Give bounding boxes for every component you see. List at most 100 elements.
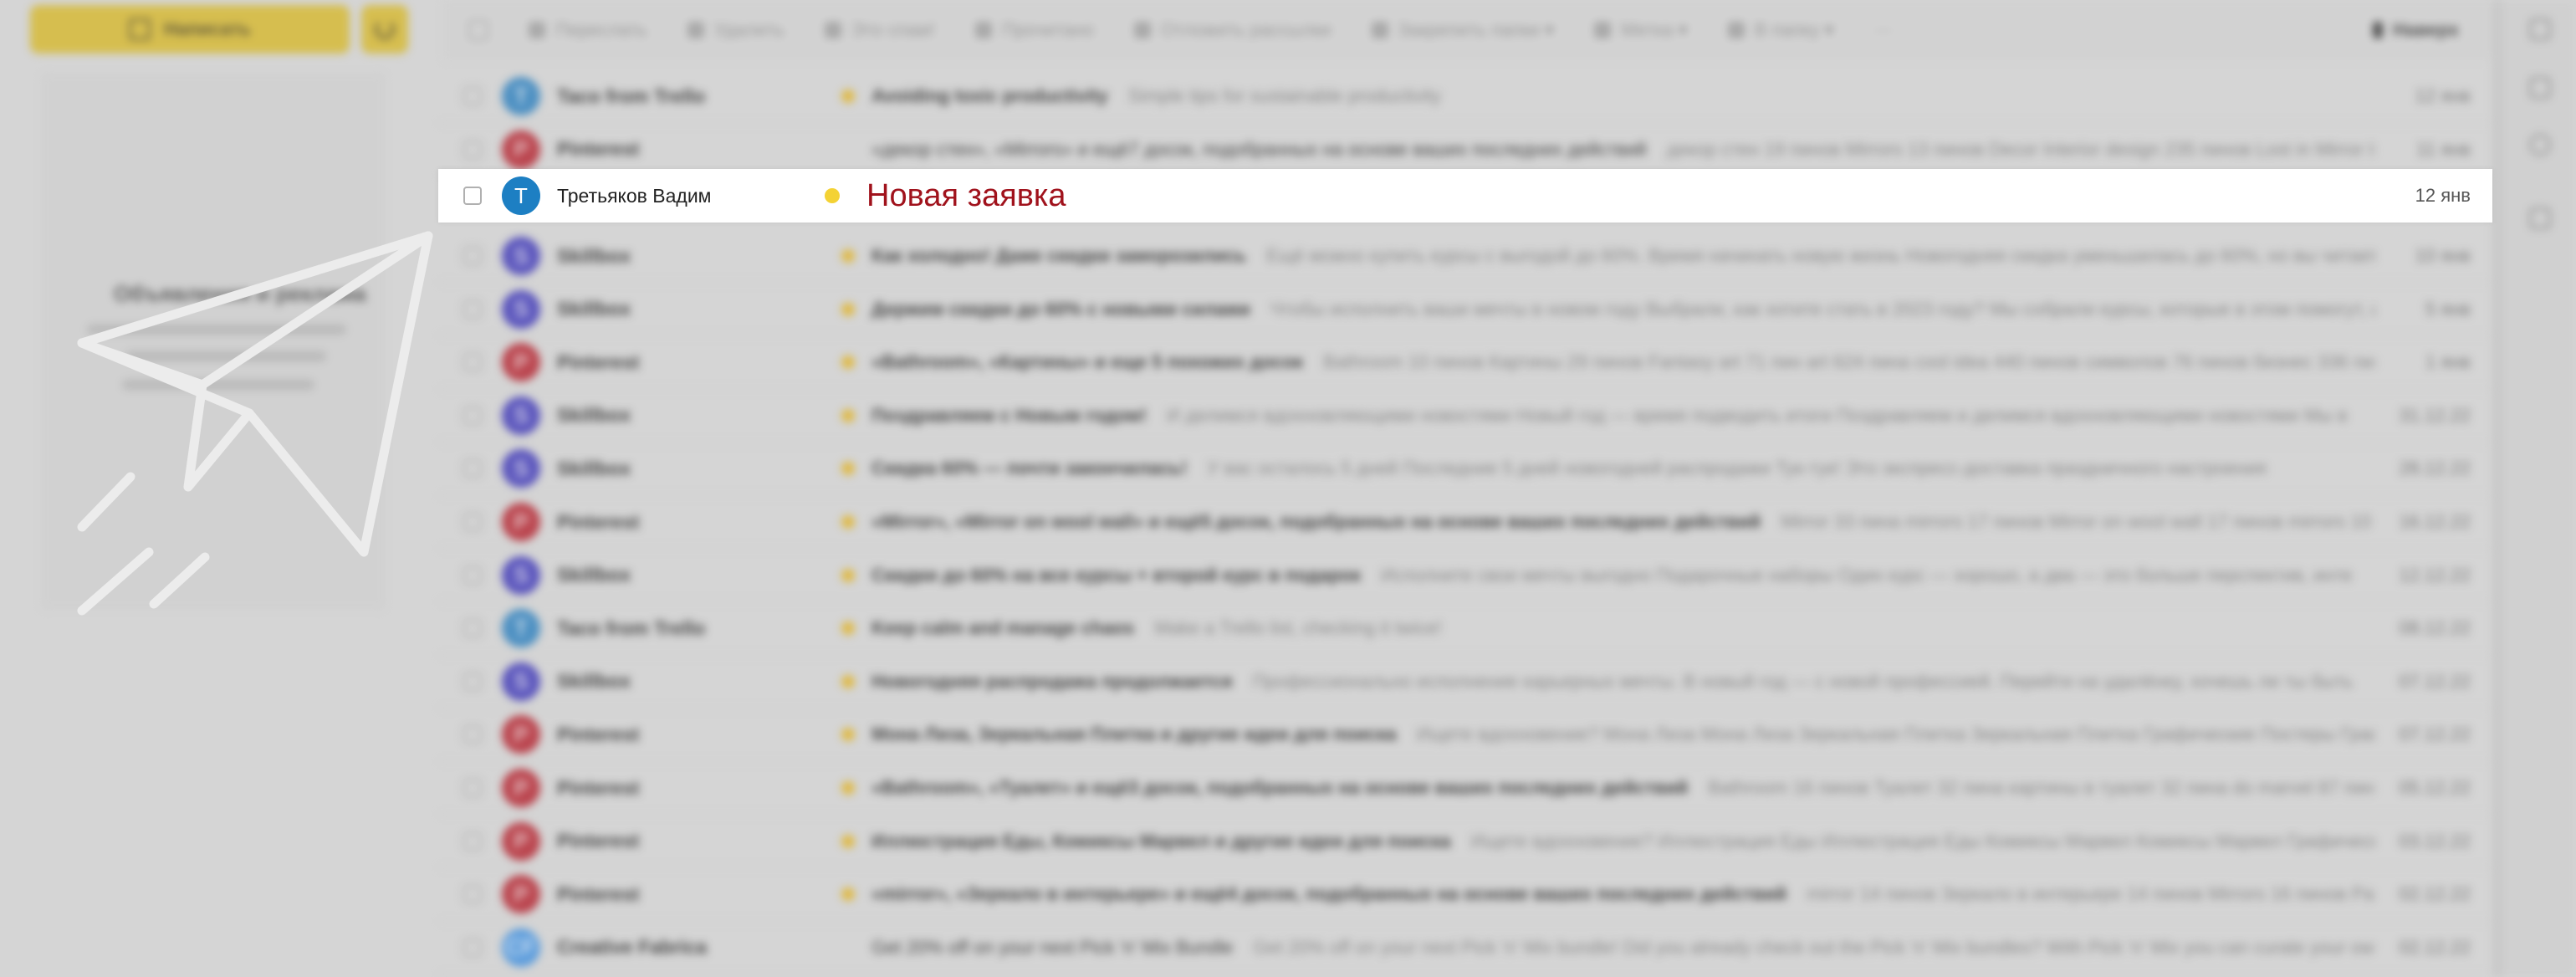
sender-name: Skillbox	[557, 457, 631, 479]
email-row[interactable]: S Skillbox Как холодно! Даже скидки заморо…	[438, 230, 2492, 284]
unread-dot-icon[interactable]	[841, 621, 855, 636]
row-checkbox[interactable]	[463, 619, 482, 638]
row-checkbox[interactable]	[463, 938, 482, 957]
unread-dot-icon[interactable]	[841, 728, 855, 742]
email-row[interactable]: P Pinterest «Mirror», «Mirror on wool wall…	[438, 496, 2492, 550]
row-checkbox[interactable]	[463, 187, 482, 205]
unread-dot-icon[interactable]	[841, 249, 855, 263]
unread-dot-icon[interactable]	[841, 408, 855, 422]
email-row[interactable]: S Skillbox Скидка 60% — почти закончилась!…	[438, 442, 2492, 496]
email-row[interactable]: S Skillbox Поздравляем с Новым годом! И дел…	[438, 390, 2492, 443]
email-row[interactable]: P Pinterest «Bathroom», «Туалет» и ещё3 до…	[438, 762, 2492, 816]
email-row[interactable]: P Pinterest Иллюстрация Еды, Комиксы Марве…	[438, 815, 2492, 868]
sender-name: Taco from Trello	[557, 84, 706, 107]
email-date: 03.12.22	[2399, 830, 2471, 852]
email-date: 12 янв	[2415, 185, 2471, 206]
email-subject: Keep calm and manage chaos	[871, 617, 1135, 639]
unread-dot-icon[interactable]	[825, 188, 840, 203]
row-checkbox[interactable]	[463, 299, 482, 319]
email-row[interactable]: S Skillbox Скидки до 60% на все курсы + вт…	[438, 549, 2492, 602]
email-preview: Bathroom 16 пинов Туалет 32 пина картины…	[1708, 777, 2375, 799]
email-row[interactable]: P Pinterest «Bathroom», «Картины» и еще 5 …	[438, 336, 2492, 390]
folders-button[interactable]: Закрепить папки ▾	[1371, 19, 1554, 41]
unread-dot-icon[interactable]	[841, 674, 855, 688]
tasks-icon[interactable]	[2529, 77, 2551, 99]
email-date: 1 янв	[2425, 351, 2471, 373]
folder-icon	[1727, 22, 1745, 38]
row-checkbox[interactable]	[463, 459, 482, 478]
unread-dot-icon[interactable]	[841, 568, 855, 582]
email-preview: mirror 14 пинов Зеркало в интерьере 14 п…	[1807, 883, 2375, 905]
highlighted-email-row[interactable]: T Третьяков Вадим Новая заявка 12 янв	[438, 169, 2492, 223]
read-button[interactable]: Прочитано	[975, 19, 1094, 41]
avatar: P	[502, 130, 540, 169]
spam-button[interactable]: Это спам!	[824, 19, 935, 41]
avatar: CF	[502, 928, 540, 967]
email-row[interactable]: CF Creative Fabrica Get 20% off on your ne…	[438, 922, 2492, 975]
email-date: 16.12.22	[2399, 511, 2471, 533]
video-icon[interactable]	[2529, 207, 2551, 229]
email-preview: Bathroom 10 пинов Картины 29 пинов Fanta…	[1323, 351, 2375, 373]
row-checkbox[interactable]	[463, 779, 482, 798]
sender-name: Skillbox	[557, 298, 631, 320]
email-row[interactable]: T Taco from Trello Keep calm and manage ch…	[438, 602, 2492, 656]
speed-line	[77, 547, 154, 616]
chat-icon	[1371, 22, 1388, 38]
scrollbar[interactable]	[2492, 0, 2502, 977]
email-date: 31.12.22	[2399, 404, 2471, 426]
unread-dot-icon[interactable]	[841, 356, 855, 370]
row-checkbox[interactable]	[463, 831, 482, 851]
row-checkbox[interactable]	[463, 406, 482, 425]
contacts-icon[interactable]	[2529, 134, 2551, 156]
delete-button[interactable]: Удалить	[687, 19, 785, 41]
sender-name: Pinterest	[557, 138, 640, 161]
unread-dot-icon[interactable]	[841, 90, 855, 104]
email-subject: «Bathroom», «Картины» и еще 5 похожих до…	[871, 351, 1304, 373]
scroll-top-button[interactable]: Наверх	[2373, 19, 2459, 41]
refresh-button[interactable]	[361, 5, 408, 54]
avatar: P	[502, 503, 540, 542]
row-checkbox[interactable]	[463, 885, 482, 904]
unread-dot-icon[interactable]	[841, 887, 855, 902]
email-subject: Get 20% off on your next Pick 'n' Mix Bu…	[871, 936, 1234, 958]
compose-button[interactable]: Написать	[30, 5, 350, 54]
unread-dot-icon[interactable]	[841, 515, 855, 529]
email-row[interactable]: P Pinterest Мона Лиза, Зеркальная Плитка и…	[438, 708, 2492, 762]
row-checkbox[interactable]	[463, 87, 482, 106]
email-row[interactable]: P Pinterest «mirror», «Зеркало в интерьере…	[438, 868, 2492, 922]
email-row[interactable]: S Skillbox Новогодняя распродажа продолжае…	[438, 656, 2492, 709]
unread-dot-icon[interactable]	[841, 462, 855, 476]
email-subject: Скидки до 60% на все курсы + второй курс…	[871, 564, 1361, 586]
select-all-checkbox[interactable]	[468, 20, 488, 40]
row-checkbox[interactable]	[463, 513, 482, 532]
email-subject: Держим скидки до 60% с новыми силами	[871, 298, 1250, 320]
email-subject: Иллюстрация Еды, Комиксы Марвел и другие…	[871, 830, 1451, 852]
email-row[interactable]: T Taco from Trello Avoiding toxic producti…	[438, 70, 2492, 124]
calendar-icon[interactable]	[2529, 18, 2551, 40]
email-preview: Ищете вдохновение? Мона Лиза Мона Лиза З…	[1416, 724, 2375, 745]
email-subject: Avoiding toxic productivity	[871, 85, 1108, 107]
avatar: S	[502, 555, 540, 595]
more-button[interactable]: ···	[1874, 19, 1893, 41]
email-subject: «Mirror», «Mirror on wool wall» и ещё5 д…	[871, 511, 1761, 533]
row-checkbox[interactable]	[463, 247, 482, 266]
sender-name: Pinterest	[557, 723, 640, 745]
unread-dot-icon[interactable]	[841, 781, 855, 795]
move-button[interactable]: В папку ▾	[1727, 19, 1834, 41]
unread-dot-icon[interactable]	[841, 302, 855, 316]
email-date: 28.12.22	[2399, 458, 2471, 479]
email-row[interactable]: S Skillbox Держим скидки до 60% с новыми с…	[438, 283, 2492, 336]
sender-name: Pinterest	[557, 510, 640, 533]
row-checkbox[interactable]	[463, 672, 482, 691]
email-subject: «mirror», «Зеркало в интерьере» и ещё4 д…	[871, 883, 1787, 905]
row-checkbox[interactable]	[463, 353, 482, 372]
label-button[interactable]: Метка ▾	[1594, 19, 1688, 41]
forward-button[interactable]: Переслать	[529, 19, 647, 41]
email-subject: Поздравляем с Новым годом!	[871, 404, 1147, 426]
pin-button[interactable]: Отложить рассылки	[1134, 19, 1331, 41]
email-preview: Make a Trello list, checking it twice!	[1154, 617, 1442, 639]
unread-dot-icon[interactable]	[841, 834, 855, 848]
row-checkbox[interactable]	[463, 140, 482, 159]
row-checkbox[interactable]	[463, 565, 482, 585]
row-checkbox[interactable]	[463, 725, 482, 744]
